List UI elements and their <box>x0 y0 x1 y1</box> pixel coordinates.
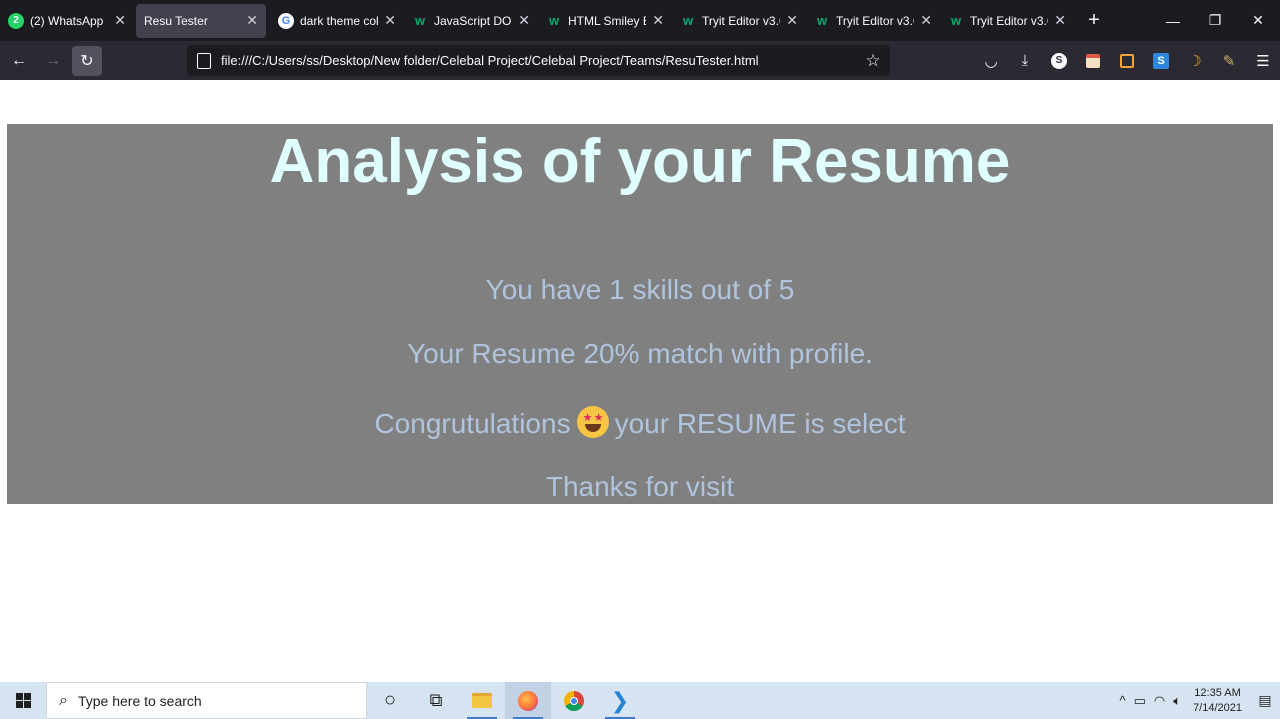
close-tab-icon[interactable]: ✕ <box>518 12 530 29</box>
tab-whatsapp[interactable]: 2 (2) WhatsApp ✕ <box>0 4 134 38</box>
match-percentage-text: Your Resume 20% match with profile. <box>407 338 873 369</box>
start-button[interactable] <box>0 682 46 719</box>
clock-time: 12:35 AM <box>1194 686 1241 699</box>
forward-button[interactable]: → <box>38 46 68 76</box>
clock-date: 7/14/2021 <box>1193 701 1242 714</box>
close-tab-icon[interactable]: ✕ <box>1054 12 1066 29</box>
tab-title: Tryit Editor v3.6 <box>836 13 915 28</box>
close-tab-icon[interactable]: ✕ <box>652 12 664 29</box>
tab-title: Resu Tester <box>144 13 208 28</box>
tab-tryit-editor[interactable]: w Tryit Editor v3.6 ✕ <box>940 4 1074 38</box>
w3schools-icon: w <box>682 13 694 28</box>
windows-taskbar: ⌕ Type here to search ○ ⧉ ❯ ^ ▭ ◠ 🔈︎ 12:… <box>0 682 1280 719</box>
tab-html-smiley[interactable]: w HTML Smiley Em ✕ <box>538 4 672 38</box>
resume-analysis-panel: Analysis of your Resume You have 1 skill… <box>7 124 1273 504</box>
congrats-suffix: your RESUME is select <box>614 408 906 439</box>
extension-pen-icon[interactable]: ✎ <box>1212 46 1246 76</box>
bookmark-star-icon[interactable]: ☆ <box>858 51 888 71</box>
restore-button[interactable]: ❐ <box>1193 0 1237 41</box>
wifi-icon[interactable]: ◠ <box>1154 693 1165 709</box>
browser-tab-bar: 2 (2) WhatsApp ✕ Resu Tester ✕ G dark th… <box>0 0 1280 41</box>
tab-title: (2) WhatsApp <box>30 13 104 28</box>
tab-title: dark theme colo <box>300 13 379 28</box>
w3schools-icon: w <box>816 13 828 28</box>
close-window-button[interactable]: ✕ <box>1236 0 1280 41</box>
show-hidden-icons-icon[interactable]: ^ <box>1120 693 1126 708</box>
tab-resu-tester[interactable]: Resu Tester ✕ <box>136 3 266 38</box>
page-title: Analysis of your Resume <box>269 127 1011 196</box>
google-icon: G <box>278 12 294 29</box>
new-tab-button[interactable]: + <box>1078 5 1110 37</box>
reload-button[interactable]: ↻ <box>72 45 102 76</box>
tab-title: HTML Smiley Em <box>568 13 646 28</box>
close-tab-icon[interactable]: ✕ <box>246 12 258 29</box>
tab-tryit-editor[interactable]: w Tryit Editor v3.6 ✕ <box>806 4 940 38</box>
url-text[interactable]: file:///C:/Users/ss/Desktop/New folder/C… <box>221 53 858 68</box>
cortana-icon[interactable]: ○ <box>367 682 413 719</box>
w3schools-icon: w <box>414 13 426 28</box>
w3schools-icon: w <box>950 13 962 28</box>
page-content: Analysis of your Resume You have 1 skill… <box>0 80 1280 682</box>
tab-title: Tryit Editor v3.6 <box>970 13 1049 28</box>
windows-logo-icon <box>15 693 31 708</box>
extension-s-icon[interactable]: S <box>1144 46 1178 76</box>
pocket-icon[interactable]: ◡ <box>974 46 1008 76</box>
congrats-prefix: Congrutulations <box>374 408 571 439</box>
tab-title: Tryit Editor v3.6 <box>702 13 781 28</box>
tab-dark-theme[interactable]: G dark theme colo ✕ <box>270 4 404 38</box>
chrome-icon[interactable] <box>551 682 597 719</box>
tab-javascript-dom[interactable]: w JavaScript DOM ✕ <box>404 4 538 38</box>
tab-title: JavaScript DOM <box>434 13 512 28</box>
close-tab-icon[interactable]: ✕ <box>384 12 396 29</box>
result-text: Congrutulations ★ ★ your RESUME is select <box>7 406 1273 440</box>
back-button[interactable]: ← <box>4 46 34 76</box>
extension-notes-icon[interactable] <box>1076 46 1110 76</box>
extension-moon-icon[interactable]: ☽ <box>1178 46 1212 76</box>
browser-toolbar: ← → ↻ file:///C:/Users/ss/Desktop/New fo… <box>0 41 1280 80</box>
address-bar[interactable]: file:///C:/Users/ss/Desktop/New folder/C… <box>187 45 890 76</box>
account-icon[interactable]: S <box>1042 46 1076 76</box>
file-explorer-icon[interactable] <box>459 682 505 719</box>
system-tray: ^ ▭ ◠ 🔈︎ 12:35 AM 7/14/2021 ▤ <box>1116 682 1280 719</box>
notification-center-icon[interactable]: ▤ <box>1250 682 1280 719</box>
menu-icon[interactable]: ☰ <box>1246 46 1280 76</box>
download-icon[interactable]: ⤓ <box>1008 46 1042 76</box>
volume-icon[interactable]: 🔈︎ <box>1173 693 1181 709</box>
minimize-button[interactable]: — <box>1151 0 1195 41</box>
tab-tryit-editor[interactable]: w Tryit Editor v3.6 ✕ <box>672 4 806 38</box>
search-placeholder: Type here to search <box>77 692 202 709</box>
close-tab-icon[interactable]: ✕ <box>786 12 798 29</box>
close-tab-icon[interactable]: ✕ <box>920 12 932 29</box>
extension-windows-icon[interactable] <box>1110 46 1144 76</box>
task-view-icon[interactable]: ⧉ <box>413 682 459 719</box>
vscode-icon[interactable]: ❯ <box>597 682 643 719</box>
taskbar-search-box[interactable]: ⌕ Type here to search <box>46 682 367 719</box>
skills-count-text: You have 1 skills out of 5 <box>485 274 795 305</box>
firefox-icon[interactable] <box>505 682 551 719</box>
clock[interactable]: 12:35 AM 7/14/2021 <box>1193 686 1242 716</box>
thanks-text: Thanks for visit <box>545 471 735 502</box>
search-icon: ⌕ <box>59 691 68 709</box>
whatsapp-icon: 2 <box>8 12 24 29</box>
star-struck-emoji-icon: ★ ★ <box>576 406 609 438</box>
w3schools-icon: w <box>548 13 560 28</box>
page-icon <box>197 52 211 69</box>
close-tab-icon[interactable]: ✕ <box>114 12 126 29</box>
toolbar-icons: ◡ ⤓ S S ☽ ✎ ☰ <box>974 41 1280 80</box>
battery-icon[interactable]: ▭ <box>1134 693 1146 709</box>
